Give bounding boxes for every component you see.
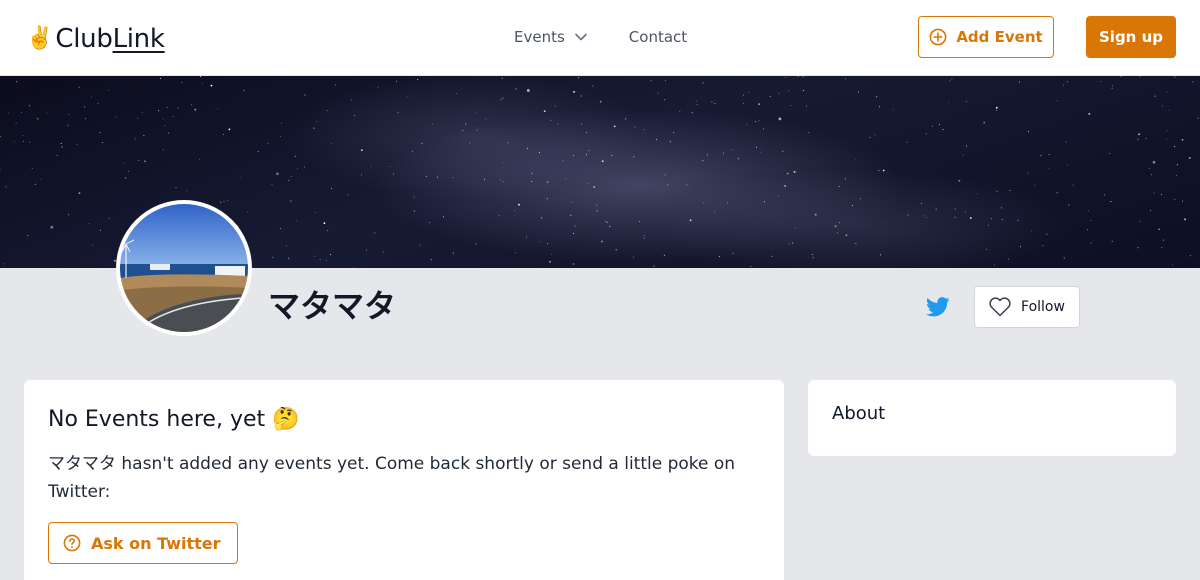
follow-button[interactable]: Follow bbox=[974, 286, 1080, 328]
twitter-profile-link[interactable] bbox=[926, 296, 950, 318]
follow-label: Follow bbox=[1021, 299, 1065, 315]
profile-name: マタマタ bbox=[268, 287, 397, 325]
profile-avatar bbox=[116, 200, 252, 336]
logo-text: ClubLink bbox=[55, 22, 165, 56]
nav-contact-link[interactable]: Contact bbox=[629, 26, 687, 48]
nav-contact-label: Contact bbox=[628, 28, 688, 46]
question-circle-icon bbox=[63, 534, 81, 552]
avatar-photo bbox=[120, 204, 248, 332]
ask-on-twitter-label: Ask on Twitter bbox=[91, 533, 221, 553]
main-nav: Events Contact bbox=[514, 26, 687, 48]
add-event-button[interactable]: Add Event bbox=[918, 16, 1054, 58]
logo-text-suffix: Link bbox=[112, 24, 165, 54]
plus-circle-icon bbox=[929, 28, 947, 46]
about-card: About bbox=[808, 380, 1176, 456]
events-card-message: マタマタ hasn't added any events yet. Come b… bbox=[48, 454, 736, 502]
add-event-label: Add Event bbox=[956, 28, 1043, 46]
chevron-down-icon bbox=[574, 33, 587, 41]
nav-events-dropdown[interactable]: Events bbox=[514, 26, 587, 48]
victory-hand-icon: ✌️ bbox=[26, 26, 54, 51]
events-card: No Events here, yet 🤔 マタマタ hasn't added … bbox=[24, 380, 784, 580]
events-card-title: No Events here, yet 🤔 bbox=[48, 404, 760, 436]
ask-on-twitter-button[interactable]: Ask on Twitter bbox=[48, 522, 238, 564]
events-card-title-text: No Events here, yet bbox=[48, 407, 266, 432]
nav-events-label: Events bbox=[514, 28, 565, 46]
top-header: ✌️ ClubLink Events Contact Add Event Sig… bbox=[0, 0, 1200, 76]
about-card-title: About bbox=[832, 403, 886, 424]
heart-outline-icon bbox=[989, 297, 1011, 317]
sign-up-label: Sign up bbox=[1099, 28, 1163, 46]
thinking-face-icon: 🤔 bbox=[272, 407, 300, 432]
logo-text-prefix: Club bbox=[55, 24, 113, 54]
sign-up-button[interactable]: Sign up bbox=[1086, 16, 1176, 58]
twitter-bird-icon bbox=[926, 297, 950, 317]
clublink-logo[interactable]: ✌️ ClubLink bbox=[26, 22, 165, 56]
